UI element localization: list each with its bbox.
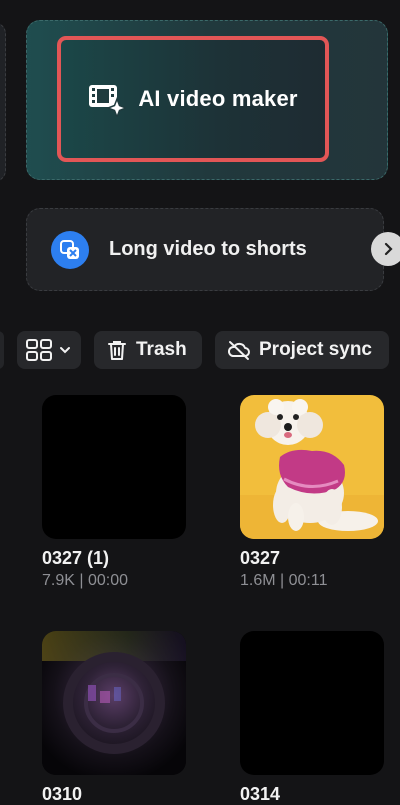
view-mode-button[interactable] bbox=[17, 331, 81, 369]
previous-card-edge[interactable] bbox=[0, 22, 6, 182]
project-item[interactable]: 0327 (1) 7.9K | 00:00 bbox=[42, 395, 188, 591]
project-name: 0310 bbox=[42, 784, 83, 804]
film-sparkle-icon bbox=[89, 85, 127, 117]
project-name: 0327 bbox=[240, 548, 281, 568]
project-thumbnail[interactable] bbox=[240, 395, 384, 539]
ai-video-maker-label: AI video maker bbox=[138, 86, 298, 111]
dog-photo bbox=[240, 395, 384, 539]
project-thumbnail[interactable] bbox=[240, 631, 384, 775]
long-video-to-shorts-card[interactable]: Long video to shorts bbox=[26, 208, 384, 291]
trash-button[interactable]: Trash bbox=[94, 331, 202, 369]
chevron-right-icon bbox=[384, 242, 393, 256]
trash-icon bbox=[108, 341, 126, 360]
dark-lens-photo bbox=[42, 631, 186, 775]
cloud-off-icon bbox=[227, 341, 250, 360]
long-video-to-shorts-label: Long video to shorts bbox=[109, 238, 307, 260]
toolbar-partial-button[interactable] bbox=[0, 331, 4, 369]
project-thumbnail[interactable] bbox=[42, 631, 186, 775]
project-sync-label: Project sync bbox=[259, 339, 372, 360]
project-item[interactable]: 0327 1.6M | 00:11 bbox=[240, 395, 386, 591]
project-item[interactable]: 0314 bbox=[240, 631, 386, 805]
project-thumbnail[interactable] bbox=[42, 395, 186, 539]
project-name: 0327 (1) bbox=[42, 548, 110, 568]
clip-cut-icon bbox=[51, 231, 89, 269]
chevron-down-icon bbox=[60, 347, 70, 354]
project-meta: 1.6M | 00:11 bbox=[240, 572, 328, 589]
project-item[interactable]: 0310 bbox=[42, 631, 188, 805]
trash-label: Trash bbox=[136, 339, 187, 360]
project-meta: 7.9K | 00:00 bbox=[42, 572, 128, 589]
carousel-next-button[interactable] bbox=[371, 232, 400, 266]
ai-video-maker-button[interactable]: AI video maker bbox=[57, 36, 329, 162]
grid-view-icon bbox=[26, 339, 52, 361]
project-sync-button[interactable]: Project sync bbox=[215, 331, 389, 369]
project-name: 0314 bbox=[240, 784, 281, 804]
